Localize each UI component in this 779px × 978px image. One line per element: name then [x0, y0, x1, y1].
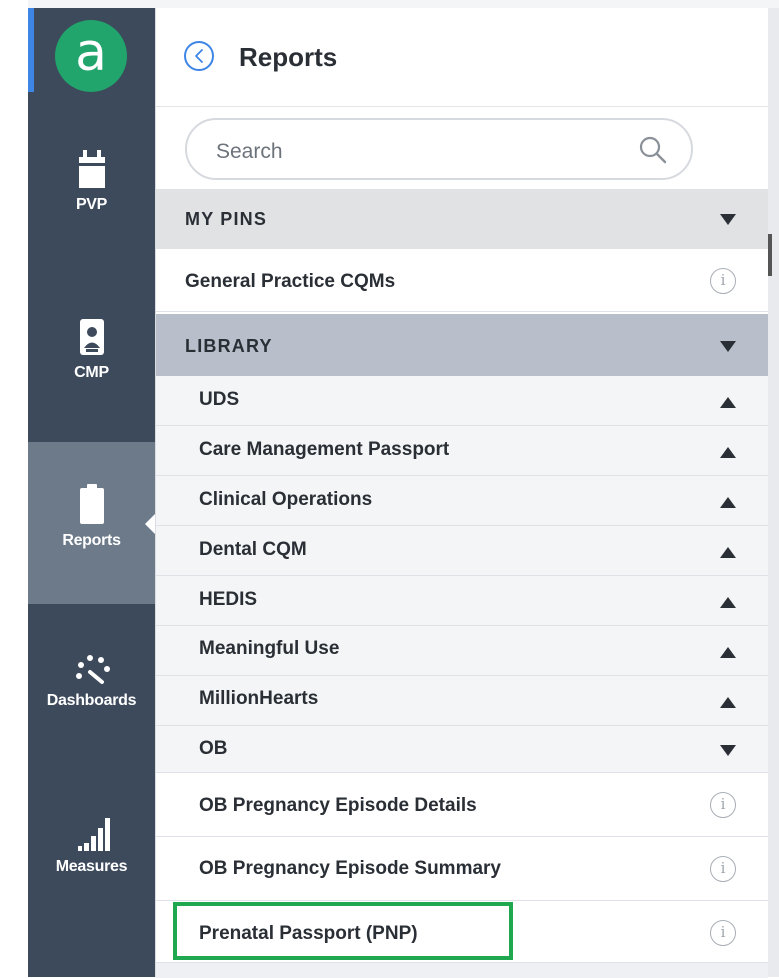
chevron-up-icon	[720, 697, 736, 708]
library-category-clinical-operations[interactable]: Clinical Operations	[156, 476, 768, 526]
info-icon[interactable]: i	[710, 856, 736, 882]
page-title: Reports	[239, 42, 338, 72]
category-label: OB	[199, 738, 228, 759]
back-button[interactable]	[184, 41, 214, 71]
calendar-icon	[78, 150, 105, 188]
logo-letter: a	[75, 23, 107, 83]
active-nav-pointer	[145, 514, 155, 534]
nav-label-dashboards: Dashboards	[46, 692, 137, 709]
nav-item-reports[interactable]: Reports	[28, 442, 155, 604]
library-header[interactable]: LIBRARY	[156, 314, 768, 376]
badge-icon	[79, 319, 104, 355]
search-placeholder: Search	[216, 140, 283, 163]
chevron-down-icon	[720, 745, 736, 756]
library-category-ob[interactable]: OB	[156, 726, 768, 773]
my-pins-label: MY PINS	[185, 209, 268, 229]
nav-label-pvp: PVP	[75, 196, 108, 213]
list-bottom-edge	[156, 962, 768, 978]
chevron-left-icon	[195, 49, 203, 63]
category-label: Clinical Operations	[199, 489, 373, 510]
chevron-up-icon	[720, 397, 736, 408]
library-category-meaningful-use[interactable]: Meaningful Use	[156, 626, 768, 676]
chevron-up-icon	[720, 597, 736, 608]
nav-label-measures: Measures	[55, 858, 128, 875]
my-pins-header[interactable]: MY PINS	[156, 189, 768, 249]
report-label: OB Pregnancy Episode Summary	[199, 858, 501, 879]
chevron-up-icon	[720, 547, 736, 558]
gauge-icon	[75, 655, 110, 684]
library-category-dental-cqm[interactable]: Dental CQM	[156, 526, 768, 576]
app-logo[interactable]: a	[55, 20, 127, 92]
library-category-care-management-passport[interactable]: Care Management Passport	[156, 426, 768, 476]
category-label: Meaningful Use	[199, 638, 340, 659]
highlight-box	[173, 902, 513, 960]
info-icon[interactable]: i	[710, 792, 736, 818]
chevron-up-icon	[720, 497, 736, 508]
library-category-uds[interactable]: UDS	[156, 376, 768, 426]
library-label: LIBRARY	[185, 336, 273, 356]
search-icon[interactable]	[638, 135, 668, 165]
library-category-millionhearts[interactable]: MillionHearts	[156, 676, 768, 726]
nav-item-measures[interactable]: Measures	[28, 816, 155, 876]
nav-label-cmp: CMP	[74, 364, 109, 381]
chevron-up-icon	[720, 447, 736, 458]
info-icon[interactable]: i	[710, 920, 736, 946]
pinned-report-label: General Practice CQMs	[185, 271, 396, 292]
active-app-indicator	[28, 8, 34, 92]
window-top-edge	[0, 0, 779, 8]
nav-item-dashboards[interactable]: Dashboards	[28, 652, 155, 710]
category-label: MillionHearts	[199, 688, 319, 709]
category-label: Care Management Passport	[199, 439, 450, 460]
window-left-edge	[0, 0, 28, 977]
chevron-down-icon	[720, 341, 736, 352]
scrollbar-thumb[interactable]	[768, 234, 772, 276]
nav-item-pvp[interactable]: PVP	[28, 148, 155, 214]
report-label: OB Pregnancy Episode Details	[199, 795, 477, 816]
pinned-report-row[interactable]: General Practice CQMs i	[156, 249, 768, 312]
nav-item-cmp[interactable]: CMP	[28, 318, 155, 382]
category-label: Dental CQM	[199, 539, 307, 560]
category-label: UDS	[199, 389, 240, 410]
chevron-down-icon	[720, 214, 736, 225]
bar-signal-icon	[77, 818, 110, 851]
report-row-ob-pregnancy-episode-details[interactable]: OB Pregnancy Episode Details i	[156, 773, 768, 837]
report-row-ob-pregnancy-episode-summary[interactable]: OB Pregnancy Episode Summary i	[156, 837, 768, 901]
chevron-up-icon	[720, 647, 736, 658]
scrollbar-track[interactable]	[768, 8, 779, 977]
nav-label-reports: Reports	[62, 532, 121, 549]
clipboard-icon	[79, 484, 104, 524]
info-icon[interactable]: i	[710, 268, 736, 294]
category-label: HEDIS	[199, 589, 258, 610]
library-category-hedis[interactable]: HEDIS	[156, 576, 768, 626]
